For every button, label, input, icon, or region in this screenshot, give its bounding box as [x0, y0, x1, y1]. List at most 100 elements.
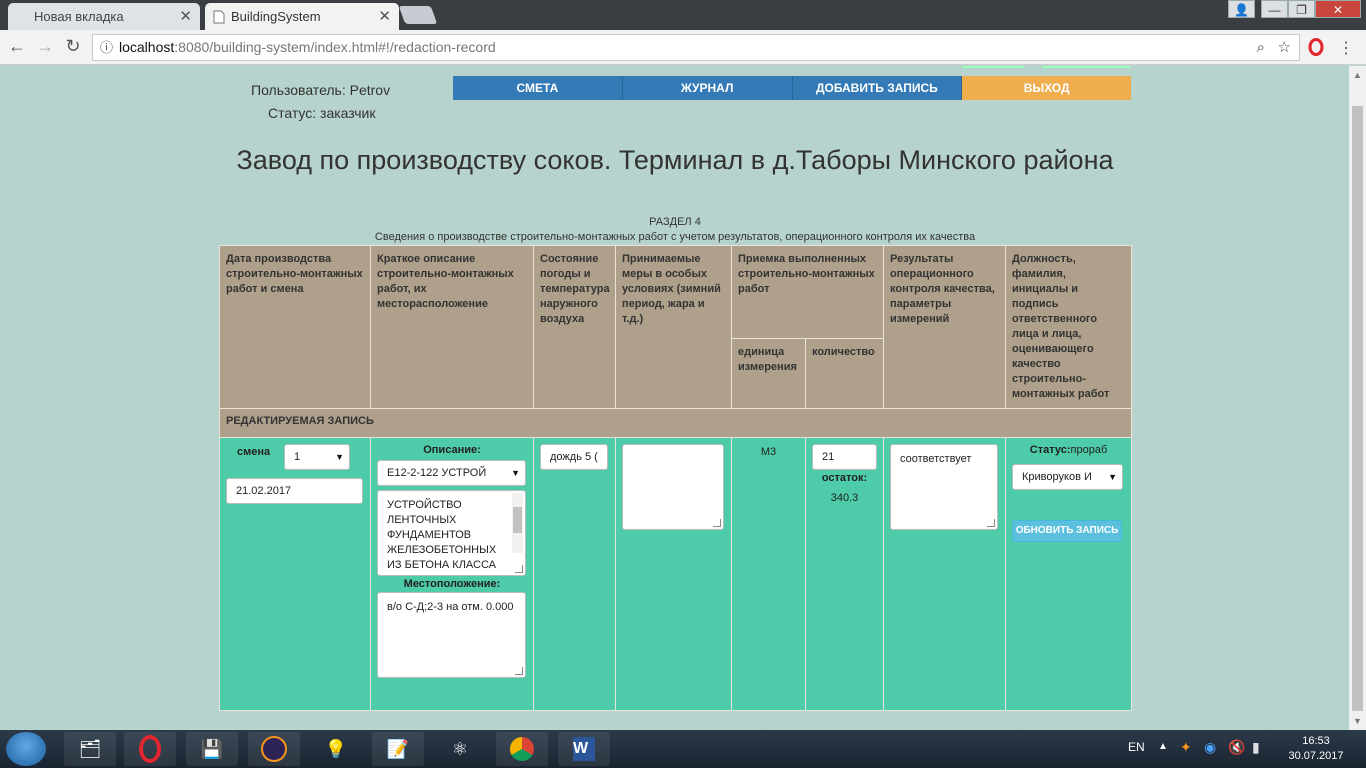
location-label: Местоположение:: [403, 578, 501, 590]
resize-handle[interactable]: [515, 565, 523, 573]
page-icon: [213, 10, 225, 24]
window-close-icon[interactable]: ✕: [1315, 0, 1361, 18]
cell-quantity: 21 остаток: 340.3: [804, 437, 885, 711]
section-description: Сведения о производстве строительно-монт…: [374, 231, 976, 243]
resize-handle[interactable]: [713, 519, 721, 527]
url-path: :8080/building-system/index.html#!/redac…: [174, 39, 496, 55]
new-tab-button[interactable]: [398, 6, 438, 24]
person-value: Криворуков И: [1022, 471, 1092, 483]
notepad-icon[interactable]: 📝: [372, 732, 424, 766]
quantity-input[interactable]: 21: [812, 444, 877, 470]
info-icon[interactable]: ⓘ: [100, 35, 113, 60]
page-scrollbar[interactable]: ▲ ▼: [1349, 66, 1366, 730]
nav-estimate[interactable]: СМЕТА: [453, 76, 623, 100]
date-input[interactable]: 21.02.2017: [226, 478, 363, 504]
bookmark-star-icon[interactable]: ☆: [1278, 35, 1291, 60]
divider: [1042, 66, 1130, 68]
tab-title: Новая вкладка: [34, 9, 124, 24]
tab-new-tab[interactable]: Новая вкладка ✕: [8, 3, 200, 30]
status-title: Статус:: [1029, 444, 1071, 456]
browser-toolbar: ← → ↻ ⓘ localhost:8080/building-system/i…: [0, 30, 1366, 65]
description-select[interactable]: Е12-2-122 УСТРОЙ ▼: [377, 460, 526, 486]
resize-handle[interactable]: [515, 667, 523, 675]
tab-buildingsystem[interactable]: BuildingSystem ✕: [205, 3, 399, 30]
explorer-icon[interactable]: 🗂: [64, 732, 116, 766]
opera-icon[interactable]: [124, 732, 176, 766]
quantity-value: 21: [822, 451, 835, 463]
measures-textarea[interactable]: [622, 444, 724, 530]
url-host: localhost: [119, 39, 175, 55]
person-select[interactable]: Криворуков И ▼: [1012, 464, 1124, 490]
header-weather: Состояние погоды и температура наружного…: [533, 245, 616, 409]
scroll-down-icon[interactable]: ▼: [1353, 716, 1362, 726]
idea-bulb-icon[interactable]: 💡: [310, 732, 362, 766]
scroll-up-icon[interactable]: ▲: [1353, 70, 1362, 80]
description-text: УСТРОЙСТВО ЛЕНТОЧНЫХ ФУНДАМЕНТОВ ЖЕЛЕЗОБ…: [387, 499, 497, 575]
taskbar: 🗂 💾 💡 📝 ⚛ W EN ▲ ✦ ◉ 🔇 ▮ 16:53 30.07.201…: [0, 730, 1366, 768]
clock-time: 16:53: [1302, 735, 1330, 747]
forward-icon[interactable]: →: [34, 36, 56, 57]
description-select-value: Е12-2-122 УСТРОЙ: [387, 467, 487, 479]
clock-date: 30.07.2017: [1288, 750, 1344, 762]
header-quality: Результаты операционного контроля качест…: [883, 245, 1007, 409]
clock[interactable]: 16:53 30.07.2017: [1286, 734, 1346, 764]
language-indicator[interactable]: EN: [1128, 740, 1145, 754]
chevron-down-icon: ▼: [511, 468, 520, 478]
close-icon[interactable]: ✕: [179, 3, 192, 30]
header-unit: единица измерения: [731, 337, 806, 410]
quality-textarea[interactable]: соответствует: [890, 444, 999, 530]
update-record-button[interactable]: ОБНОВИТЬ ЗАПИСЬ: [1012, 520, 1123, 542]
address-bar[interactable]: ⓘ localhost:8080/building-system/index.h…: [92, 34, 1300, 61]
maximize-icon[interactable]: ❐: [1288, 0, 1315, 18]
header-quantity: количество: [804, 337, 885, 410]
resize-handle[interactable]: [987, 519, 996, 527]
remainder-value: 340.3: [830, 492, 859, 504]
opera-icon[interactable]: [1308, 38, 1324, 56]
textarea-scrollbar[interactable]: [512, 493, 523, 553]
cell-weather: дождь 5 (: [533, 437, 616, 711]
location-textarea[interactable]: в/о С-Д;2-3 на отм. 0.000: [377, 592, 526, 678]
date-value: 21.02.2017: [236, 485, 292, 497]
weather-input[interactable]: дождь 5 (: [540, 444, 608, 470]
zoom-icon[interactable]: ⌕: [1257, 35, 1265, 60]
shift-select[interactable]: 1 ▼: [284, 444, 350, 470]
tray-arrow-icon[interactable]: ▲: [1158, 741, 1168, 752]
cell-quality: соответствует: [883, 437, 1007, 711]
back-icon[interactable]: ←: [6, 36, 28, 57]
atom-icon[interactable]: ⚛: [434, 732, 486, 766]
save-disk-icon[interactable]: 💾: [186, 732, 238, 766]
eclipse-icon[interactable]: [248, 732, 300, 766]
journal-table: Дата производства строительно-монтажных …: [218, 245, 1133, 711]
nav-add-record[interactable]: ДОБАВИТЬ ЗАПИСЬ: [792, 76, 963, 100]
tray-app-icon[interactable]: ✦: [1180, 739, 1192, 756]
menu-icon[interactable]: ⋮: [1338, 38, 1354, 58]
tab-title: BuildingSystem: [231, 9, 321, 24]
page-content: Пользователь: Petrov Статус: заказчик СМ…: [0, 66, 1349, 730]
table-row: смена 1 ▼ 21.02.2017 Описание: Е12-2-122: [219, 437, 1133, 711]
tray-sync-icon[interactable]: ◉: [1204, 739, 1216, 756]
scroll-thumb[interactable]: [1352, 106, 1363, 711]
user-icon[interactable]: 👤: [1228, 0, 1255, 18]
header-measures: Принимаемые меры в особых условиях (зимн…: [615, 245, 732, 409]
close-icon[interactable]: ✕: [378, 3, 391, 30]
volume-muted-icon[interactable]: 🔇: [1228, 739, 1245, 756]
header-responsible: Должность, фамилия, инициалы и подпись о…: [1005, 245, 1133, 409]
browser-tabstrip: Новая вкладка ✕ BuildingSystem ✕ 👤 — ❐ ✕: [0, 0, 1366, 30]
minimize-icon[interactable]: —: [1261, 0, 1288, 18]
nav-exit[interactable]: ВЫХОД: [962, 76, 1131, 100]
chevron-down-icon: ▼: [1108, 472, 1118, 482]
status-value: прораб: [1070, 444, 1108, 456]
chevron-down-icon: ▼: [335, 452, 344, 462]
battery-icon[interactable]: ▮: [1252, 739, 1260, 756]
shift-label: смена: [237, 446, 271, 458]
nav-journal[interactable]: ЖУРНАЛ: [622, 76, 793, 100]
description-textarea[interactable]: УСТРОЙСТВО ЛЕНТОЧНЫХ ФУНДАМЕНТОВ ЖЕЛЕЗОБ…: [377, 490, 526, 576]
header-description: Краткое описание строительно-монтажных р…: [370, 245, 534, 409]
header-date: Дата производства строительно-монтажных …: [219, 245, 371, 409]
chrome-icon[interactable]: [496, 732, 548, 766]
word-icon[interactable]: W: [558, 732, 610, 766]
cell-unit: М3: [731, 437, 806, 711]
main-nav: СМЕТА ЖУРНАЛ ДОБАВИТЬ ЗАПИСЬ ВЫХОД: [453, 76, 1131, 100]
reload-icon[interactable]: ↻: [62, 36, 84, 57]
start-button[interactable]: [6, 732, 46, 766]
